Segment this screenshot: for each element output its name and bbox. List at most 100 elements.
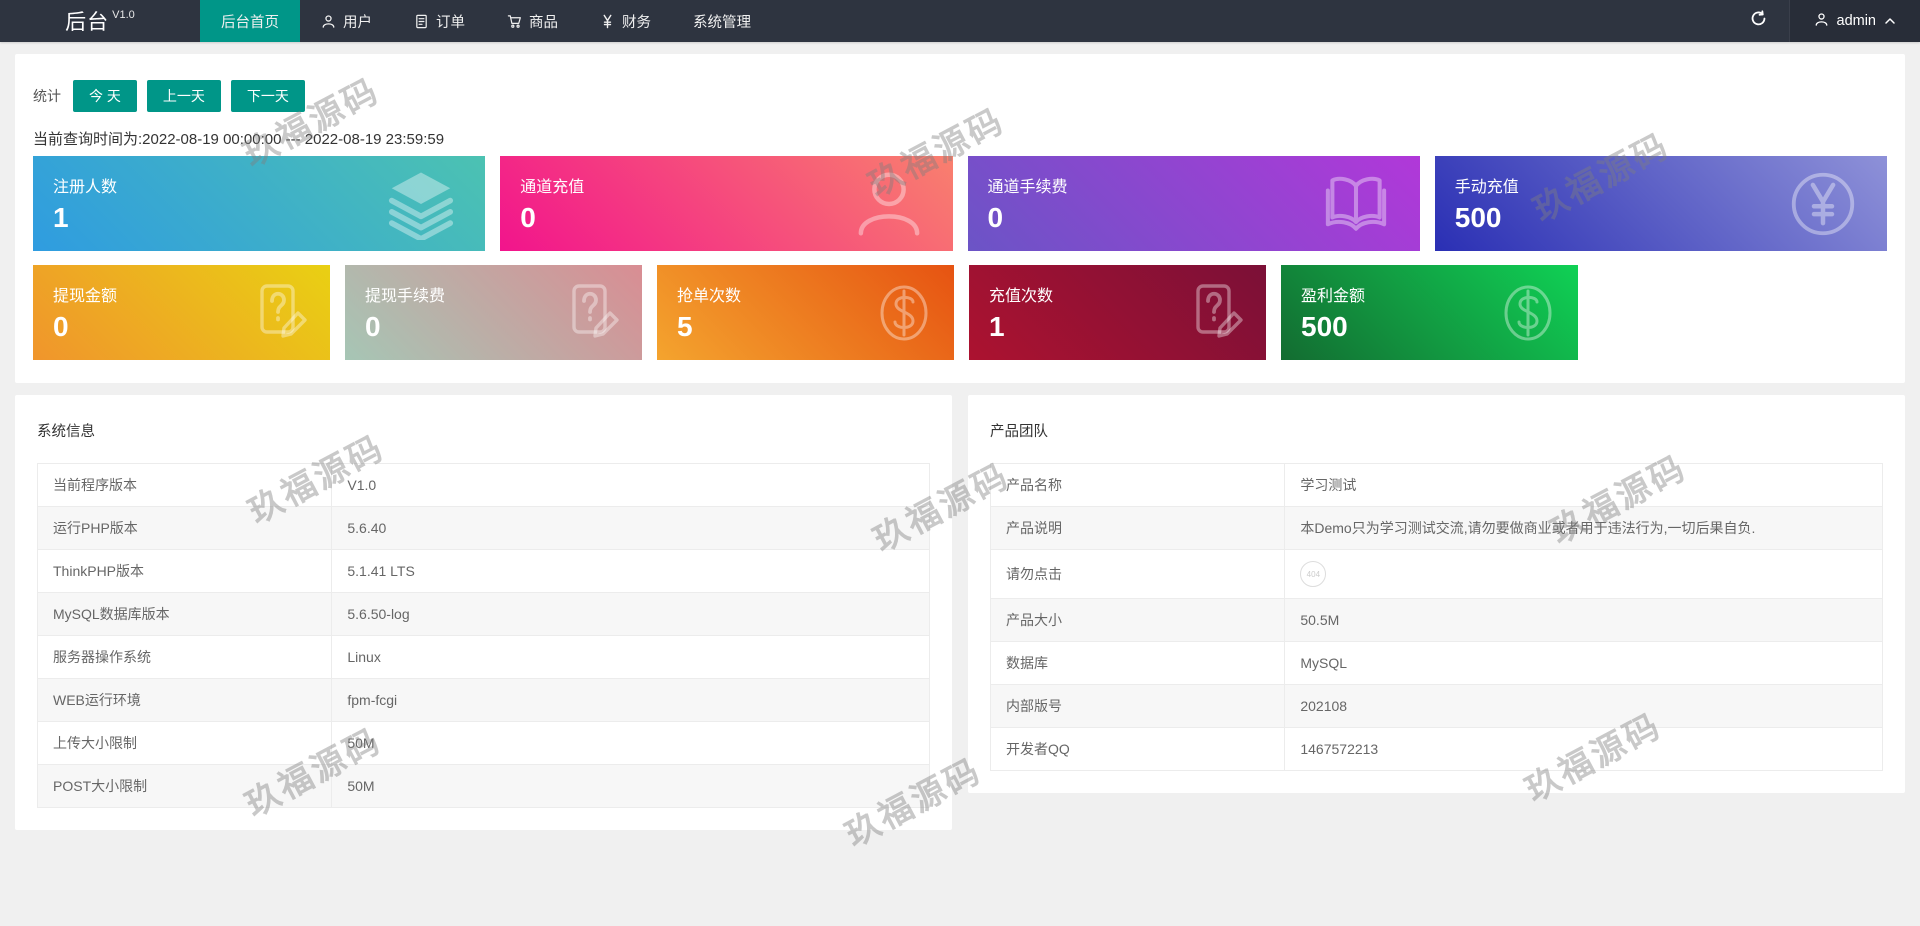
row-value: 5.6.40 <box>331 506 930 550</box>
row-label: MySQL数据库版本 <box>36 592 333 636</box>
nav-right: admin <box>1728 0 1920 42</box>
table-row: 产品名称 学习测试 <box>989 463 1883 507</box>
system-info-table: 当前程序版本 V1.0 运行PHP版本 5.6.40 ThinkPHP版本 5.1.41 … <box>36 463 930 808</box>
question-doc-icon <box>560 281 624 345</box>
row-value: 学习测试 <box>1284 463 1883 507</box>
row-value: 404 <box>1284 549 1883 599</box>
row-value: fpm-fcgi <box>331 678 930 722</box>
product-team-panel: 产品团队 产品名称 学习测试 产品说明 本Demo只为学习测试交流,请勿要做商业或者用… <box>968 395 1905 793</box>
person-icon <box>853 168 925 240</box>
table-row: 数据库 MySQL <box>989 641 1883 685</box>
table-row: ThinkPHP版本 5.1.41 LTS <box>36 549 930 593</box>
stat-cards-row2: 提现金额 0 提现手续费 0 抢单次数 5 充值次数 1 盈利金额 500 <box>33 265 1887 360</box>
table-row: MySQL数据库版本 5.6.50-log <box>36 592 930 636</box>
stat-card: 提现金额 0 <box>33 265 330 360</box>
product-team-title: 产品团队 <box>990 424 1048 440</box>
next-day-button[interactable]: 下一天 <box>230 80 305 112</box>
stats-section-label: 统计 <box>33 88 61 104</box>
system-info-panel: 系统信息 当前程序版本 V1.0 运行PHP版本 5.6.40 ThinkPHP版本 5.… <box>15 395 952 830</box>
stat-card: 充值次数 1 <box>969 265 1266 360</box>
admin-user-icon <box>1814 12 1829 31</box>
table-row: WEB运行环境 fpm-fcgi <box>36 678 930 722</box>
nav-item-goods[interactable]: 商品 <box>486 0 579 42</box>
row-value: 50.5M <box>1284 598 1883 642</box>
nav-item-users[interactable]: 用户 <box>300 0 393 42</box>
stats-panel: 统计 今 天上一天 下一天 当前查询时间为:2022-08-19 00:00:00… <box>15 54 1905 383</box>
nav-item-finance[interactable]: 财务 <box>579 0 672 42</box>
info-section: 系统信息 当前程序版本 V1.0 运行PHP版本 5.6.40 ThinkPHP版本 5.… <box>15 395 1905 830</box>
badge-404[interactable]: 404 <box>1300 561 1327 587</box>
nav-item-label: 财务 <box>622 14 651 31</box>
nav-item-orders[interactable]: 订单 <box>393 0 486 42</box>
table-row: 开发者QQ 1467572213 <box>989 727 1883 771</box>
row-label: 当前程序版本 <box>36 463 333 507</box>
nav-item-label: 商品 <box>529 14 558 31</box>
stat-card: 通道充值 0 <box>500 156 953 251</box>
system-info-title: 系统信息 <box>37 424 95 440</box>
table-row: 运行PHP版本 5.6.40 <box>36 506 930 550</box>
row-label: 数据库 <box>989 641 1286 685</box>
yen-circle-icon <box>1787 168 1859 240</box>
row-value: 本Demo只为学习测试交流,请勿要做商业或者用于违法行为,一切后果自负. <box>1284 506 1883 550</box>
row-label: WEB运行环境 <box>36 678 333 722</box>
table-row: 内部版号 202108 <box>989 684 1883 728</box>
chevron-up-icon <box>1884 13 1896 29</box>
row-value: MySQL <box>1284 641 1883 685</box>
row-label: 内部版号 <box>989 684 1286 728</box>
row-label: 服务器操作系统 <box>36 635 333 679</box>
refresh-button[interactable] <box>1728 0 1790 42</box>
query-time-text: 当前查询时间为:2022-08-19 00:00:00 --- 2022-08-… <box>33 131 445 148</box>
row-label: 产品名称 <box>989 463 1286 507</box>
stats-header: 统计 今 天上一天 下一天 <box>33 80 1887 112</box>
logo-text: 后台 <box>65 11 110 34</box>
stat-card: 注册人数 1 <box>33 156 486 251</box>
nav-item-home[interactable]: 后台首页 <box>200 0 300 42</box>
today-button[interactable]: 今 天 <box>73 80 137 112</box>
table-row: POST大小限制 50M <box>36 764 930 808</box>
table-row: 当前程序版本 V1.0 <box>36 463 930 507</box>
row-value: 50M <box>331 764 930 808</box>
yen-icon <box>600 14 615 29</box>
row-value: 50M <box>331 721 930 765</box>
app-logo[interactable]: 后台 V1.0 <box>0 0 200 42</box>
nav-item-label: 用户 <box>343 14 372 31</box>
row-value: Linux <box>331 635 930 679</box>
user-icon <box>321 14 336 29</box>
prev-day-button[interactable]: 上一天 <box>146 80 221 112</box>
row-value: 1467572213 <box>1284 727 1883 771</box>
book-icon <box>1320 168 1392 240</box>
question-doc-icon <box>1184 281 1248 345</box>
stats-buttons: 今 天上一天 下一天 <box>73 80 305 112</box>
stat-card: 盈利金额 500 <box>1281 265 1578 360</box>
dollar-circle-icon <box>872 281 936 345</box>
user-menu[interactable]: admin <box>1789 0 1920 42</box>
row-value: 5.6.50-log <box>331 592 930 636</box>
row-label: 产品大小 <box>989 598 1286 642</box>
layers-icon <box>385 168 457 242</box>
cart-icon <box>507 14 522 29</box>
table-row: 产品大小 50.5M <box>989 598 1883 642</box>
product-team-table-body: 产品名称 学习测试 产品说明 本Demo只为学习测试交流,请勿要做商业或者用于违法行为… <box>989 463 1883 771</box>
refresh-icon <box>1750 10 1767 32</box>
nav-menu: 后台首页 用户 订单 商品 财务 系统管理 <box>200 0 772 42</box>
row-label: 请勿点击 <box>989 549 1286 599</box>
system-info-table-body: 当前程序版本 V1.0 运行PHP版本 5.6.40 ThinkPHP版本 5.1.41 … <box>36 463 930 808</box>
row-label: 产品说明 <box>989 506 1286 550</box>
logo-version: V1.0 <box>112 9 135 21</box>
nav-item-system[interactable]: 系统管理 <box>672 0 772 42</box>
stat-cards-row1: 注册人数 1 通道充值 0 通道手续费 0 手动充值 500 <box>33 156 1887 251</box>
dollar-circle-icon <box>1496 281 1560 345</box>
row-label: 运行PHP版本 <box>36 506 333 550</box>
table-row: 请勿点击 404 <box>989 549 1883 599</box>
row-label: 开发者QQ <box>989 727 1286 771</box>
nav-item-label: 订单 <box>436 14 465 31</box>
stat-card: 手动充值 500 <box>1434 156 1887 251</box>
question-doc-icon <box>248 281 312 345</box>
stat-card: 提现手续费 0 <box>345 265 642 360</box>
order-icon <box>414 14 429 29</box>
page: 后台 V1.0 后台首页 用户 订单 商品 财务 系统管理 admin 统计 今… <box>0 0 1920 855</box>
nav-item-label: 系统管理 <box>693 14 751 31</box>
table-row: 上传大小限制 50M <box>36 721 930 765</box>
stat-card: 抢单次数 5 <box>657 265 954 360</box>
row-value: V1.0 <box>331 463 930 507</box>
